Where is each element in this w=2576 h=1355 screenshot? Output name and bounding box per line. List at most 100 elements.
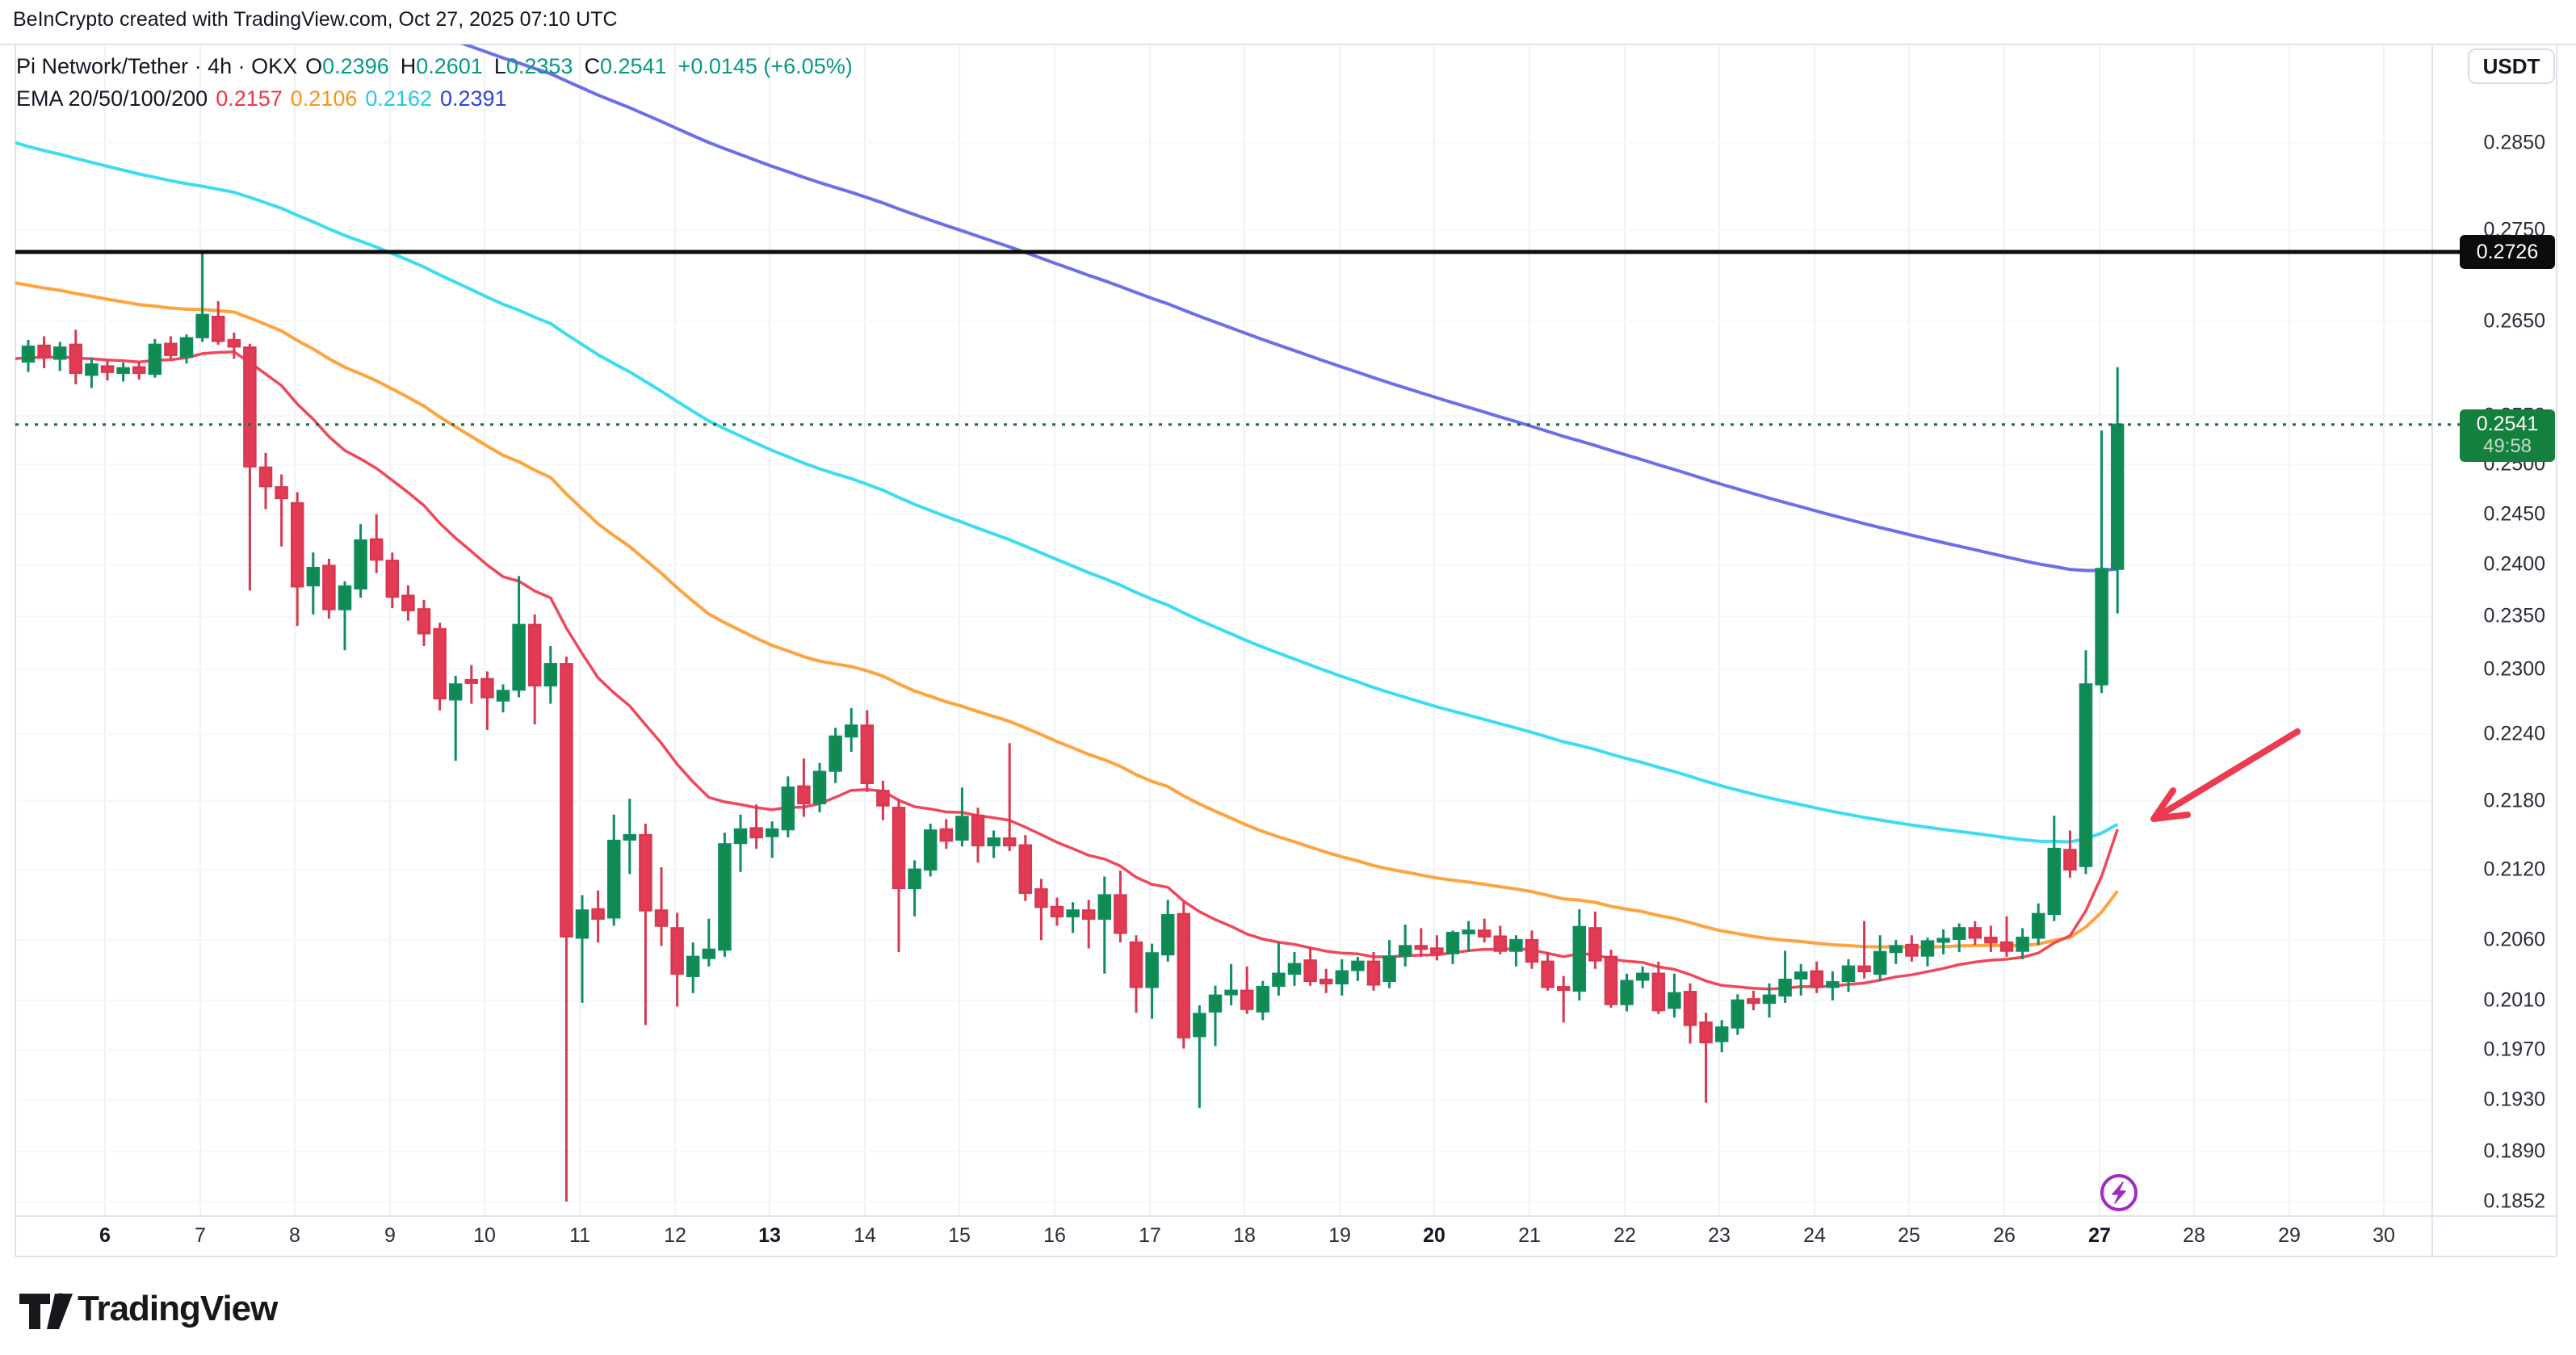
candle-body-up [624, 835, 636, 840]
candle-body-down [560, 664, 572, 936]
candle-body-up [1953, 928, 1965, 938]
time-tick-label: 7 [195, 1224, 206, 1248]
candle-body-down [862, 725, 873, 782]
time-tick-label: 12 [664, 1224, 686, 1248]
candle-body-down [1859, 967, 1870, 971]
candle-body-down [276, 487, 287, 498]
candle-body-up [782, 787, 794, 829]
candle-body-down [2064, 850, 2075, 870]
candle-body-down [292, 503, 303, 586]
currency-toggle-button[interactable]: USDT [2468, 48, 2555, 84]
last-price-badge: 0.254149:58 [2460, 409, 2555, 462]
candle-body-down [1431, 949, 1442, 954]
candle-body-down [672, 928, 683, 973]
candle-body-down [1558, 987, 1569, 990]
candle-body-down [1495, 937, 1506, 951]
candle-body-up [1764, 996, 1775, 1003]
candle-body-up [54, 347, 65, 359]
candle-body-down [1368, 962, 1379, 984]
candle-body-up [86, 364, 97, 375]
time-tick-label: 24 [1803, 1224, 1826, 1248]
last-price-value: 0.2541 [2460, 413, 2555, 436]
candle-body-up [1827, 982, 1838, 987]
candle-body-up [2017, 938, 2028, 950]
candle-body-up [2080, 684, 2091, 866]
candle-body-down [1416, 946, 1427, 950]
candle-body-up [1637, 974, 1648, 980]
candle-body-up [909, 870, 921, 888]
candle-body-down [1320, 980, 1332, 984]
price-tick-label: 0.2120 [2439, 858, 2545, 882]
candle-body-up [1399, 946, 1411, 956]
change-value: +0.0145 (+6.05%) [678, 54, 853, 78]
candle-body-up [1273, 974, 1284, 986]
price-tick-label: 0.1890 [2439, 1140, 2545, 1164]
candle-body-down [1542, 962, 1554, 987]
candle-body-down [1004, 838, 1015, 845]
candle-body-down [1653, 974, 1664, 1010]
tradingview-logo-mark [55, 1294, 67, 1306]
candle-body-down [481, 679, 493, 698]
candle-body-up [1210, 996, 1221, 1012]
time-tick-label: 29 [2278, 1224, 2301, 1248]
candle-body-up [830, 736, 841, 770]
candle-body-up [1574, 927, 1585, 991]
candle-body-up [514, 625, 525, 690]
price-tick-label: 0.2350 [2439, 605, 2545, 628]
candle-body-up [23, 346, 34, 362]
candle-body-down [466, 680, 477, 683]
candle-body-up [1384, 957, 1395, 981]
candle-body-down [1241, 991, 1252, 1009]
time-tick-label: 11 [569, 1224, 590, 1248]
candle-body-down [1479, 930, 1490, 936]
candle-body-up [1874, 952, 1886, 974]
time-tick-label: 19 [1328, 1224, 1351, 1248]
candle-body-up [988, 838, 1000, 845]
candle-body-up [1447, 933, 1458, 953]
candle-body-up [703, 950, 715, 958]
ema-label: EMA 20/50/100/200 [16, 86, 208, 111]
candle-body-down [751, 829, 762, 837]
candle-body-down [1701, 1022, 1712, 1042]
candle-body-down [418, 609, 430, 633]
time-tick-label: 10 [473, 1224, 496, 1248]
ohlc-item: L0.2353 [494, 54, 573, 78]
time-tick-label: 17 [1139, 1224, 1161, 1248]
candle-body-up [1147, 953, 1158, 987]
time-tick-label: 27 [2088, 1224, 2111, 1248]
candle-body-down [102, 367, 113, 372]
candle-body-up [1938, 939, 1949, 942]
candle-body-down [244, 347, 255, 466]
candle-body-up [2033, 914, 2044, 938]
price-tick-label: 0.2450 [2439, 503, 2545, 526]
candle-body-down [1605, 957, 1617, 1005]
time-tick-label: 22 [1613, 1224, 1636, 1248]
ema-row: EMA 20/50/100/2000.21570.21060.21620.239… [16, 84, 869, 113]
candle-body-up [545, 664, 556, 686]
candle-body-up [608, 841, 619, 917]
candle-body-down [1747, 999, 1759, 1003]
time-tick-label: 8 [289, 1224, 300, 1248]
symbol-title: Pi Network/Tether · 4h · OKX [16, 54, 297, 78]
candle-body-down [1051, 907, 1063, 917]
candle-body-down [593, 909, 604, 919]
candle-body-up [450, 684, 461, 699]
candle-body-up [1622, 981, 1633, 1005]
time-tick-label: 13 [758, 1224, 781, 1248]
ema-value: 0.2391 [440, 86, 507, 111]
price-tick-label: 0.2850 [2439, 132, 2545, 155]
candle-body-up [1890, 946, 1902, 952]
ema-value: 0.2162 [365, 86, 432, 111]
price-tick-label: 0.2240 [2439, 723, 2545, 746]
tradingview-logo-text[interactable]: TradingView [78, 1289, 277, 1329]
price-chart-canvas[interactable] [0, 0, 2576, 1355]
ema-value: 0.2106 [291, 86, 358, 111]
time-tick-label: 26 [1993, 1224, 2016, 1248]
symbol-ohlc-row: Pi Network/Tether · 4h · OKXO0.2396H0.26… [16, 52, 869, 81]
candle-body-up [2049, 849, 2060, 914]
tradingview-chart-export: BeInCrypto created with TradingView.com,… [0, 0, 2576, 1355]
candle-body-down [529, 625, 540, 686]
price-tick-label: 0.2400 [2439, 553, 2545, 577]
candle-body-up [925, 830, 936, 869]
price-tick-label: 0.2300 [2439, 658, 2545, 682]
